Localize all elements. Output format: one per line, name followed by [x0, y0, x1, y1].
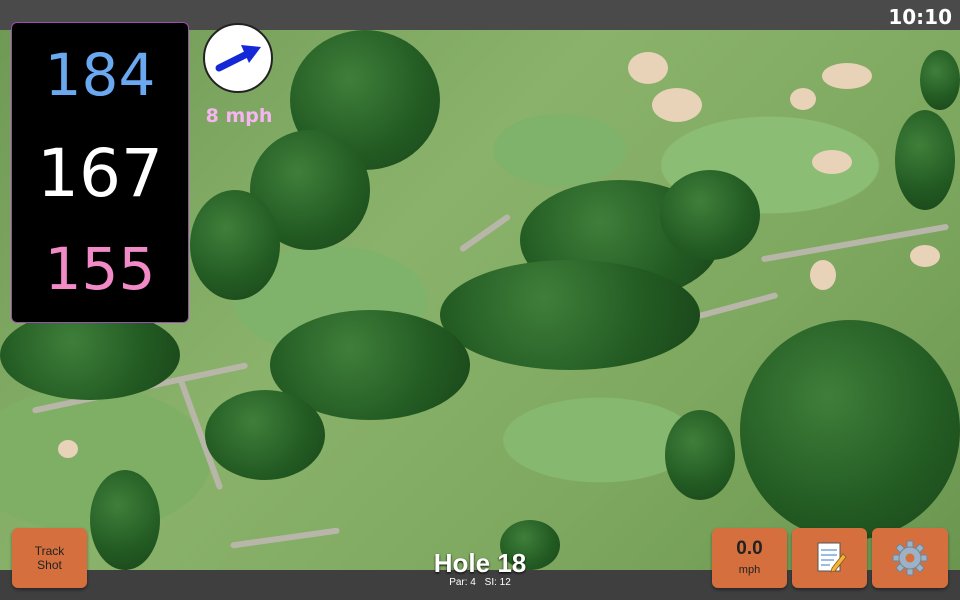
gear-icon [892, 540, 928, 576]
wind-direction-dial [203, 23, 273, 93]
distance-middle: 167 [37, 135, 163, 212]
tree-cluster [920, 50, 960, 110]
bunker [652, 88, 702, 122]
tree-cluster [190, 190, 280, 300]
bunker [58, 440, 78, 458]
tree-cluster [660, 170, 760, 260]
hole-stroke-index: SI: 12 [484, 577, 511, 588]
bunker [628, 52, 668, 84]
hole-par: Par: 4 [449, 577, 476, 588]
speed-value: 0.0 [736, 538, 763, 559]
notepad-icon [817, 542, 847, 573]
hole-title: Hole 18 [433, 548, 527, 578]
track-shot-label-line1: Track [34, 544, 65, 558]
clock: 10:10 [888, 5, 952, 29]
distance-panel: 184 167 155 [11, 22, 189, 323]
tree-cluster [740, 320, 960, 540]
tree-cluster [90, 470, 160, 570]
settings-button[interactable] [872, 528, 948, 588]
bunker [810, 260, 836, 290]
cart-path [230, 527, 340, 549]
wind-arrow-icon [215, 45, 261, 72]
speed-button[interactable]: 0.0 mph [712, 528, 787, 588]
distance-front: 155 [44, 235, 156, 303]
tree-cluster [665, 410, 735, 500]
tree-cluster [0, 310, 180, 400]
bunker [822, 63, 872, 89]
bunker [812, 150, 852, 174]
distance-back: 184 [44, 41, 156, 109]
notes-button[interactable] [792, 528, 867, 588]
track-shot-label-line2: Shot [37, 558, 62, 572]
wind-speed: 8 mph [205, 105, 273, 127]
tree-cluster [440, 260, 700, 370]
speed-unit: mph [738, 564, 761, 576]
bunker [790, 88, 816, 110]
hole-info: Par: 4 SI: 12 [380, 577, 580, 588]
tree-cluster [205, 390, 325, 480]
tree-cluster [895, 110, 955, 210]
cart-path [458, 213, 512, 253]
track-shot-button[interactable]: Track Shot [12, 528, 87, 588]
bunker [910, 245, 940, 267]
